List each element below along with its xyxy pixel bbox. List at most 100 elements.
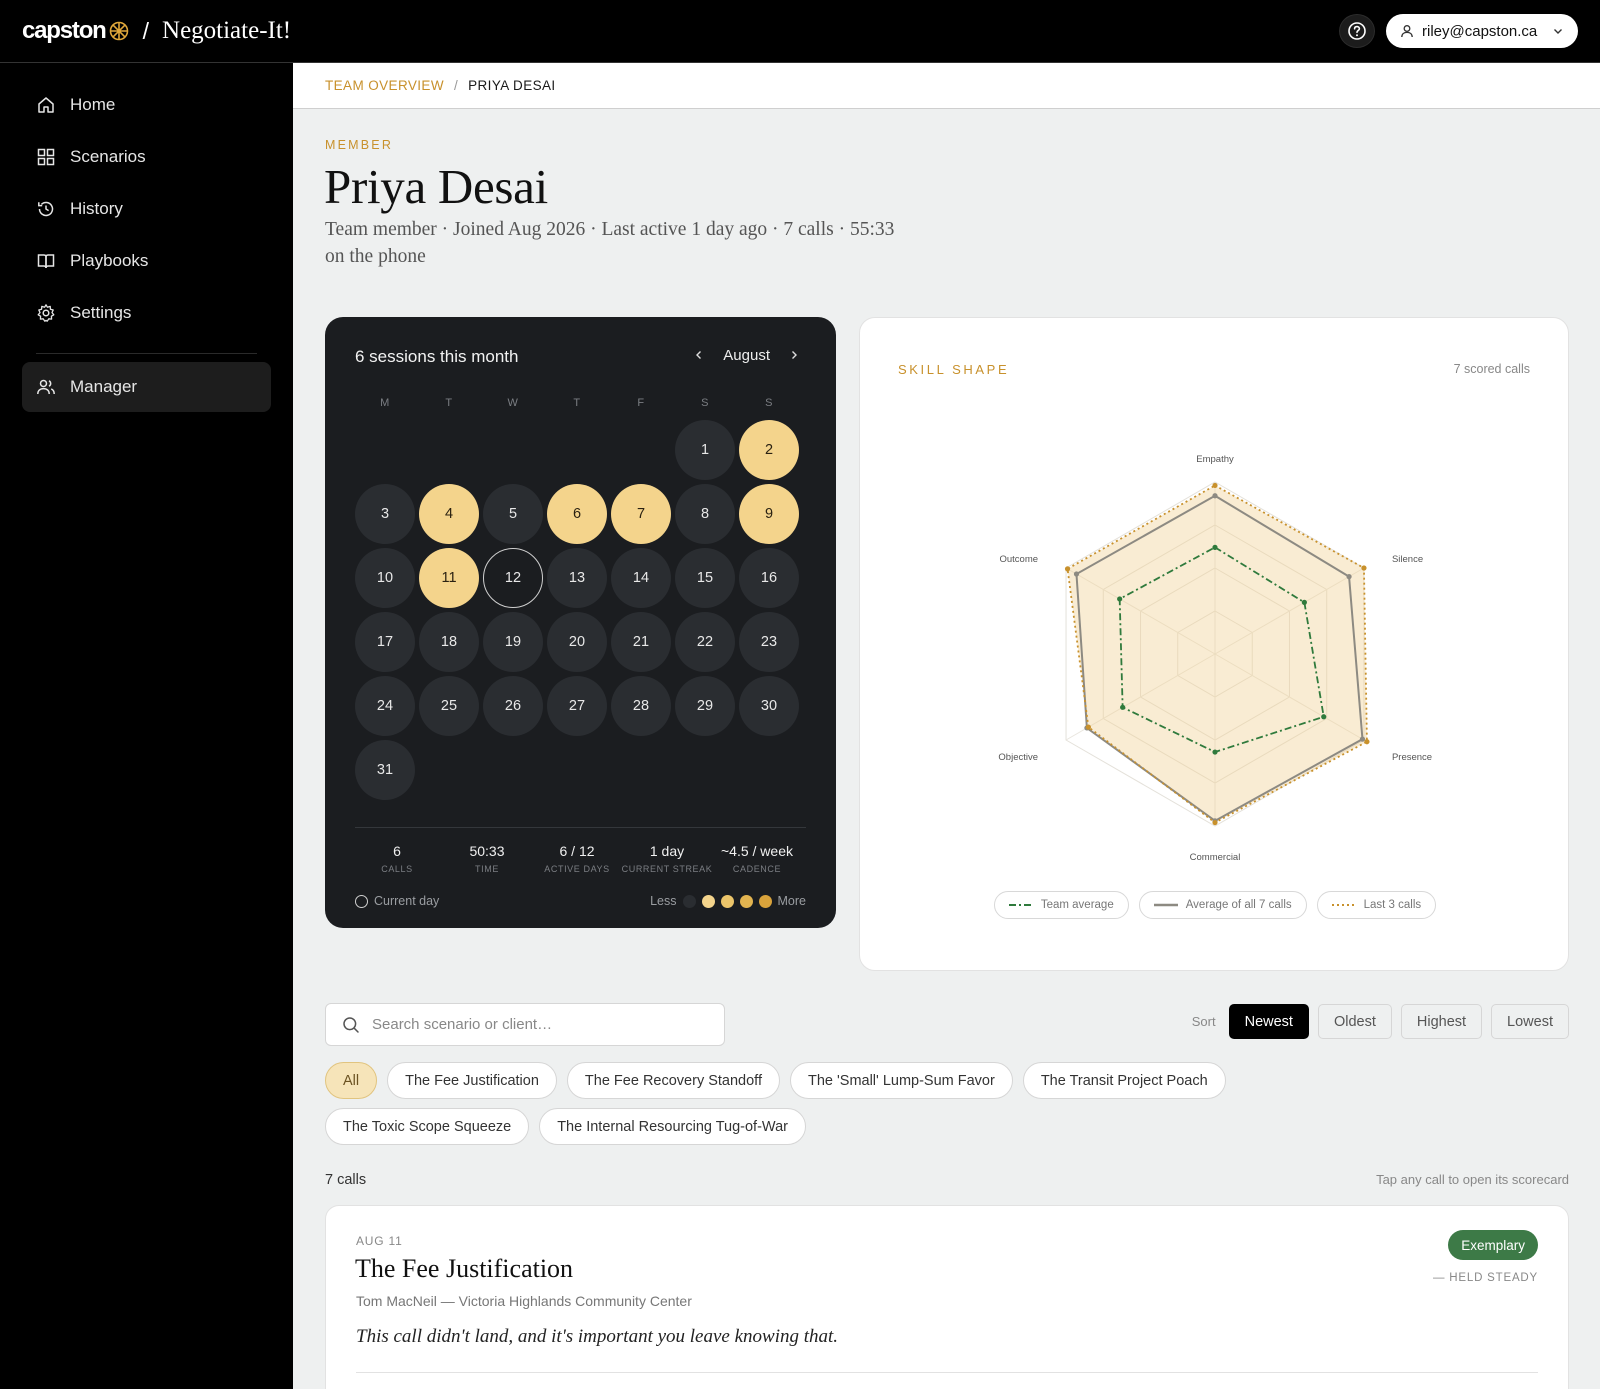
- calendar-day[interactable]: 5: [483, 484, 543, 544]
- radar-axis-label: Objective: [998, 752, 1038, 763]
- users-icon: [37, 379, 55, 395]
- calendar-day[interactable]: 27: [547, 676, 607, 736]
- sort-newest-button[interactable]: Newest: [1228, 1004, 1309, 1039]
- legend-team-average[interactable]: Team average: [993, 891, 1129, 919]
- call-card[interactable]: AUG 11 The Fee Justification Tom MacNeil…: [325, 1205, 1569, 1389]
- calendar-day[interactable]: 15: [675, 548, 735, 608]
- heat-level-dot: [720, 894, 734, 908]
- calendar-day[interactable]: 3: [355, 484, 415, 544]
- breadcrumb-team-overview-link[interactable]: TEAM OVERVIEW: [325, 78, 444, 93]
- calendar-day[interactable]: 18: [419, 612, 479, 672]
- radar-point: [1321, 714, 1327, 720]
- sort-controls: Sort Newest Oldest Highest Lowest: [1192, 1004, 1569, 1039]
- heat-legend: Less More: [650, 894, 806, 908]
- sidebar-item-history[interactable]: History: [22, 187, 271, 231]
- calendar-day[interactable]: 23: [739, 612, 799, 672]
- sidebar-item-home[interactable]: Home: [22, 83, 271, 127]
- search-input[interactable]: [372, 1016, 692, 1033]
- sort-highest-button[interactable]: Highest: [1400, 1004, 1483, 1039]
- stat-label: CADENCE: [732, 864, 782, 874]
- sort-oldest-button[interactable]: Oldest: [1317, 1004, 1392, 1039]
- gear-icon: [37, 304, 55, 322]
- breadcrumb: TEAM OVERVIEW / PRIYA DESAI: [293, 63, 1600, 109]
- calendar-day[interactable]: 9: [739, 484, 799, 544]
- call-client: Tom MacNeil — Victoria Highlands Communi…: [356, 1293, 692, 1309]
- calendar-day[interactable]: 11: [419, 548, 479, 608]
- radar-point: [1301, 599, 1307, 605]
- sidebar-item-playbooks[interactable]: Playbooks: [22, 239, 271, 283]
- calendar-day[interactable]: 4: [419, 484, 479, 544]
- prev-month-button[interactable]: [693, 348, 705, 364]
- weekday-label: W: [507, 397, 519, 409]
- stat-label: CURRENT STREAK: [621, 864, 713, 874]
- stat-label: CALLS: [381, 864, 413, 874]
- calendar-day[interactable]: 31: [355, 740, 415, 800]
- stat-value: 6 / 12: [559, 843, 595, 859]
- sidebar-item-manager[interactable]: Manager: [22, 362, 271, 412]
- chip-toxic-scope-squeeze[interactable]: The Toxic Scope Squeeze: [325, 1108, 530, 1145]
- capston-logo[interactable]: capston: [22, 17, 129, 45]
- legend-label: Average of all 7 calls: [1185, 899, 1292, 911]
- radar-point: [1064, 566, 1071, 572]
- radar-point: [1073, 571, 1080, 577]
- legend-average-all-calls[interactable]: Average of all 7 calls: [1138, 891, 1307, 919]
- user-icon: [1401, 25, 1413, 38]
- radar-point: [1212, 493, 1218, 499]
- calendar-day[interactable]: 25: [419, 676, 479, 736]
- heat-level-dot: [758, 894, 772, 908]
- calendar-day[interactable]: 8: [675, 484, 735, 544]
- calendar-stat: 1 day CURRENT STREAK: [621, 843, 713, 874]
- chip-fee-recovery-standoff[interactable]: The Fee Recovery Standoff: [566, 1062, 780, 1099]
- user-menu-button[interactable]: riley@capston.ca: [1386, 14, 1578, 48]
- user-email: riley@capston.ca: [1422, 22, 1538, 40]
- radar-axis-label: Empathy: [1196, 454, 1234, 465]
- calendar-month: August: [723, 347, 770, 364]
- sidebar-item-scenarios[interactable]: Scenarios: [22, 135, 271, 179]
- calendar-day[interactable]: 6: [547, 484, 607, 544]
- current-day-label: Current day: [374, 894, 440, 908]
- calendar-day[interactable]: 2: [739, 420, 799, 480]
- chip-all[interactable]: All: [325, 1062, 378, 1099]
- legend-last-3-calls[interactable]: Last 3 calls: [1316, 891, 1437, 919]
- activity-calendar: 6 sessions this month August MTWTFSS1234…: [325, 317, 836, 928]
- calendar-day[interactable]: 14: [611, 548, 671, 608]
- sidebar-divider: [36, 353, 257, 354]
- next-month-button[interactable]: [788, 348, 800, 364]
- calendar-day[interactable]: 17: [355, 612, 415, 672]
- calendar-day[interactable]: 10: [355, 548, 415, 608]
- sidebar-item-settings[interactable]: Settings: [22, 291, 271, 335]
- call-tag: — HELD STEADY: [1433, 1272, 1538, 1284]
- app-name: Negotiate-It!: [162, 17, 292, 44]
- calendar-day[interactable]: 30: [739, 676, 799, 736]
- calendar-day[interactable]: 19: [483, 612, 543, 672]
- legend-label: Team average: [1040, 899, 1114, 911]
- help-icon: [1348, 22, 1366, 40]
- sort-label: Sort: [1191, 1014, 1216, 1029]
- calendar-day[interactable]: 28: [611, 676, 671, 736]
- calendar-day[interactable]: 20: [547, 612, 607, 672]
- sidebar-item-label: Home: [70, 95, 116, 114]
- calendar-day[interactable]: 22: [675, 612, 735, 672]
- sort-lowest-button[interactable]: Lowest: [1491, 1004, 1569, 1039]
- search-box[interactable]: [325, 1003, 725, 1046]
- calendar-day[interactable]: 21: [611, 612, 671, 672]
- calendar-day[interactable]: 16: [739, 548, 799, 608]
- chip-fee-justification[interactable]: The Fee Justification: [387, 1062, 557, 1099]
- calendar-day[interactable]: 29: [675, 676, 735, 736]
- sidebar-item-label: History: [70, 199, 123, 218]
- calendar-day[interactable]: 24: [355, 676, 415, 736]
- calendar-day[interactable]: 1: [675, 420, 735, 480]
- calendar-day[interactable]: 7: [611, 484, 671, 544]
- calendar-stat: 6 / 12 ACTIVE DAYS: [531, 843, 623, 874]
- calendar-day[interactable]: 13: [547, 548, 607, 608]
- skill-radar-chart: Empathy Silence Presence Commercial Objectiv…: [998, 454, 1432, 863]
- chip-internal-resourcing-tug-of-war[interactable]: The Internal Resourcing Tug-of-War: [539, 1108, 806, 1145]
- heat-level-dot: [739, 894, 753, 908]
- heat-scale: [682, 894, 772, 908]
- calendar-day[interactable]: 26: [483, 676, 543, 736]
- chip-transit-project-poach[interactable]: The Transit Project Poach: [1022, 1062, 1226, 1099]
- help-button[interactable]: [1339, 14, 1375, 48]
- chip-small-lump-sum-favor[interactable]: The 'Small' Lump-Sum Favor: [789, 1062, 1013, 1099]
- calendar-day[interactable]: 12: [483, 548, 543, 608]
- logo-star-icon: [109, 21, 128, 41]
